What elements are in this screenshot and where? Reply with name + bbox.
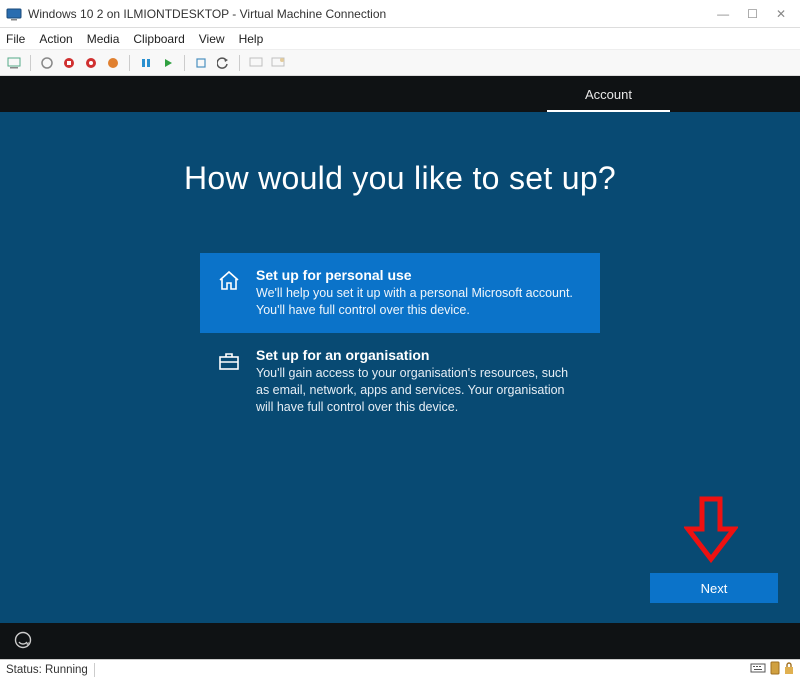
- minimize-button[interactable]: —: [717, 7, 729, 21]
- toolbar-separator: [30, 55, 31, 71]
- reset-icon[interactable]: [160, 55, 176, 71]
- menu-action[interactable]: Action: [39, 32, 72, 46]
- oobe-main: How would you like to set up? Set up for…: [0, 112, 800, 623]
- ease-of-access-icon[interactable]: [14, 631, 32, 652]
- vm-display: Account How would you like to set up? Se…: [0, 76, 800, 659]
- window-titlebar: Windows 10 2 on ILMIONTDESKTOP - Virtual…: [0, 0, 800, 28]
- window-title: Windows 10 2 on ILMIONTDESKTOP - Virtual…: [28, 7, 717, 21]
- status-bar: Status: Running: [0, 659, 800, 679]
- app-icon: [6, 6, 22, 22]
- turnoff-icon[interactable]: [61, 55, 77, 71]
- share-icon[interactable]: [270, 55, 286, 71]
- menu-clipboard[interactable]: Clipboard: [133, 32, 184, 46]
- shutdown-icon[interactable]: [83, 55, 99, 71]
- revert-icon[interactable]: [215, 55, 231, 71]
- annotation-arrow-icon: [684, 495, 738, 565]
- status-tray: [750, 661, 794, 678]
- lock-icon: [784, 661, 794, 678]
- home-icon: [216, 269, 242, 295]
- option-personal-title: Set up for personal use: [256, 267, 584, 283]
- disk-icon: [770, 661, 780, 678]
- status-label: Status: Running: [6, 664, 88, 676]
- option-organisation[interactable]: Set up for an organisation You'll gain a…: [200, 333, 600, 430]
- menu-bar: File Action Media Clipboard View Help: [0, 28, 800, 50]
- toolbar-separator: [239, 55, 240, 71]
- setup-options: Set up for personal use We'll help you s…: [200, 253, 600, 429]
- briefcase-icon: [216, 349, 242, 375]
- option-org-title: Set up for an organisation: [256, 347, 584, 363]
- enhanced-session-icon[interactable]: [248, 55, 264, 71]
- status-separator: [94, 663, 95, 677]
- menu-file[interactable]: File: [6, 32, 25, 46]
- option-personal-desc: We'll help you set it up with a personal…: [256, 285, 584, 319]
- maximize-button[interactable]: ☐: [747, 7, 758, 21]
- menu-media[interactable]: Media: [87, 32, 120, 46]
- ctrl-alt-del-icon[interactable]: [6, 55, 22, 71]
- menu-view[interactable]: View: [199, 32, 225, 46]
- close-button[interactable]: ✕: [776, 7, 786, 21]
- option-org-desc: You'll gain access to your organisation'…: [256, 365, 584, 416]
- window-controls: — ☐ ✕: [717, 7, 794, 21]
- menu-help[interactable]: Help: [239, 32, 264, 46]
- toolbar-separator: [184, 55, 185, 71]
- option-personal-use[interactable]: Set up for personal use We'll help you s…: [200, 253, 600, 333]
- keyboard-icon: [750, 662, 766, 677]
- next-button[interactable]: Next: [650, 573, 778, 603]
- toolbar-separator: [129, 55, 130, 71]
- oobe-header: Account: [0, 76, 800, 112]
- pause-icon[interactable]: [138, 55, 154, 71]
- toolbar: [0, 50, 800, 76]
- save-icon[interactable]: [105, 55, 121, 71]
- page-title: How would you like to set up?: [184, 160, 616, 197]
- tab-account[interactable]: Account: [547, 79, 670, 112]
- oobe-footer: [0, 623, 800, 659]
- checkpoint-icon[interactable]: [193, 55, 209, 71]
- start-icon[interactable]: [39, 55, 55, 71]
